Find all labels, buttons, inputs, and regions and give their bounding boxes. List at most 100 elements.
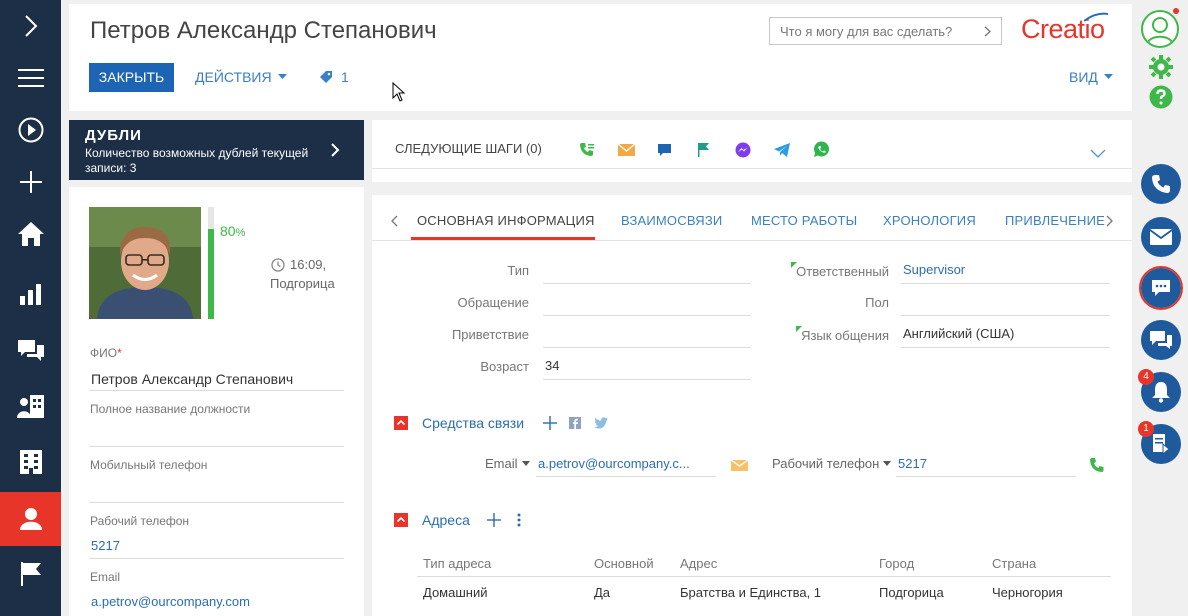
call-icon[interactable] bbox=[579, 142, 595, 158]
column-header-address-type[interactable]: Тип адреса bbox=[423, 556, 491, 571]
phone-type-label: Рабочий телефон bbox=[772, 456, 880, 471]
field-value-email[interactable]: a.petrov@ourcompany.com bbox=[91, 594, 250, 609]
phone-button[interactable] bbox=[1141, 164, 1181, 204]
field-label-greeting: Приветствие bbox=[451, 327, 529, 342]
actions-button[interactable]: ДЕЙСТВИЯ bbox=[195, 69, 287, 85]
field-value-salutation[interactable] bbox=[545, 295, 750, 313]
flag-icon[interactable] bbox=[0, 548, 61, 600]
tab-history[interactable]: ХРОНОЛОГИЯ bbox=[883, 213, 976, 228]
tabs-scroll-right-icon[interactable] bbox=[1106, 215, 1113, 227]
main-content-panel bbox=[372, 195, 1132, 616]
field-value-gender[interactable] bbox=[903, 295, 1108, 313]
messenger-icon[interactable] bbox=[735, 142, 751, 158]
plus-icon[interactable] bbox=[0, 156, 61, 208]
table-row[interactable]: Домашний Да Братства и Единства, 1 Подго… bbox=[417, 577, 1111, 607]
contacts-accounts-icon[interactable] bbox=[0, 380, 61, 432]
email-type-dropdown[interactable]: Email bbox=[485, 456, 530, 471]
field-value-type[interactable] bbox=[545, 263, 750, 281]
tags-button[interactable]: 1 bbox=[319, 69, 349, 85]
addresses-title[interactable]: Адреса bbox=[422, 512, 470, 528]
field-value-job-title[interactable] bbox=[91, 426, 344, 444]
more-options-icon[interactable] bbox=[517, 513, 521, 527]
add-icon[interactable] bbox=[487, 513, 501, 527]
tab-job[interactable]: МЕСТО РАБОТЫ bbox=[751, 213, 857, 228]
completeness-unit: % bbox=[235, 227, 246, 239]
play-icon[interactable] bbox=[0, 104, 61, 156]
field-label-job-title: Полное название должности bbox=[90, 402, 251, 416]
field-value-work-phone[interactable]: 5217 bbox=[91, 538, 120, 553]
send-email-icon[interactable] bbox=[731, 460, 748, 471]
call-phone-icon[interactable] bbox=[1089, 457, 1105, 473]
avatar bbox=[89, 207, 201, 319]
processes-badge: 1 bbox=[1138, 421, 1154, 437]
facebook-icon[interactable] bbox=[569, 417, 581, 429]
collapse-addresses-button[interactable] bbox=[394, 513, 408, 527]
field-underline bbox=[543, 283, 751, 284]
telegram-icon[interactable] bbox=[774, 143, 790, 157]
field-value-mobile-phone[interactable] bbox=[91, 482, 344, 500]
accounts-icon[interactable] bbox=[0, 436, 61, 488]
process-document-icon bbox=[1153, 434, 1170, 455]
completeness-value[interactable]: 80% bbox=[220, 223, 245, 239]
chevron-down-icon[interactable] bbox=[1090, 149, 1106, 158]
gear-icon[interactable] bbox=[1149, 55, 1173, 79]
task-flag-icon[interactable] bbox=[697, 142, 710, 158]
cell-city: Подгорица bbox=[879, 585, 944, 600]
chat-button[interactable] bbox=[1141, 268, 1181, 308]
duplicates-title: ДУБЛИ bbox=[85, 127, 142, 144]
contact-photo[interactable] bbox=[89, 207, 201, 319]
field-underline bbox=[89, 558, 344, 559]
home-icon[interactable] bbox=[0, 208, 61, 260]
phone-icon bbox=[1152, 175, 1170, 193]
dashboards-icon[interactable] bbox=[0, 268, 61, 320]
phone-type-dropdown[interactable]: Рабочий телефон bbox=[772, 456, 892, 471]
field-underline bbox=[901, 347, 1110, 348]
tab-main-info[interactable]: ОСНОВНАЯ ИНФОРМАЦИЯ bbox=[417, 213, 595, 228]
field-value-greeting[interactable] bbox=[545, 327, 750, 345]
collapse-communications-button[interactable] bbox=[394, 416, 408, 430]
feed-button[interactable] bbox=[1141, 320, 1181, 360]
column-header-primary[interactable]: Основной bbox=[594, 556, 654, 571]
help-icon[interactable] bbox=[1149, 85, 1173, 109]
field-underline bbox=[536, 476, 716, 477]
tabs-scroll-left-icon[interactable] bbox=[391, 215, 398, 227]
field-underline bbox=[901, 315, 1110, 316]
email-button[interactable] bbox=[1141, 217, 1181, 257]
required-marker: * bbox=[117, 346, 122, 360]
expand-menu-icon[interactable] bbox=[0, 0, 61, 52]
twitter-icon[interactable] bbox=[594, 417, 608, 429]
feed-icon[interactable] bbox=[0, 324, 61, 376]
field-underline bbox=[543, 347, 751, 348]
hamburger-icon[interactable] bbox=[0, 52, 61, 104]
column-header-city[interactable]: Город bbox=[879, 556, 914, 571]
communications-title[interactable]: Средства связи bbox=[422, 415, 524, 431]
add-icon[interactable] bbox=[543, 416, 557, 430]
phone-value[interactable]: 5217 bbox=[898, 456, 927, 471]
chat-icon[interactable] bbox=[657, 143, 672, 158]
field-value-owner[interactable]: Supervisor bbox=[903, 262, 965, 277]
cell-address-type: Домашний bbox=[423, 585, 488, 600]
right-communication-panel: 4 1 bbox=[1133, 0, 1188, 616]
field-value-fio[interactable]: Петров Александр Степанович bbox=[91, 371, 293, 387]
left-navigation bbox=[0, 0, 61, 616]
tab-relationships[interactable]: ВЗАИМОСВЯЗИ bbox=[621, 213, 722, 228]
close-button[interactable]: ЗАКРЫТЬ bbox=[89, 63, 174, 92]
field-value-age[interactable]: 34 bbox=[545, 358, 559, 373]
column-header-country[interactable]: Страна bbox=[992, 556, 1036, 571]
field-value-language[interactable]: Английский (США) bbox=[903, 326, 1014, 341]
chevron-right-icon bbox=[984, 26, 991, 37]
email-icon[interactable] bbox=[618, 144, 635, 156]
view-button[interactable]: ВИД bbox=[1069, 69, 1113, 85]
command-line-input[interactable]: Что я могу для вас сделать? bbox=[769, 17, 1002, 45]
contacts-icon[interactable] bbox=[0, 492, 61, 546]
column-header-address[interactable]: Адрес bbox=[680, 556, 717, 571]
whatsapp-icon[interactable] bbox=[813, 141, 830, 158]
duplicates-subtitle: Количество возможных дублей текущей запи… bbox=[85, 146, 309, 175]
local-city: Подгорица bbox=[270, 276, 335, 291]
tab-engagement[interactable]: ПРИВЛЕЧЕНИЕ bbox=[1005, 213, 1105, 228]
email-value[interactable]: a.petrov@ourcompany.c... bbox=[538, 456, 690, 471]
user-profile-avatar[interactable] bbox=[1141, 10, 1179, 48]
next-steps-label: СЛЕДУЮЩИЕ ШАГИ (0) bbox=[395, 141, 542, 156]
field-underline bbox=[89, 390, 344, 391]
duplicates-banner[interactable]: ДУБЛИ Количество возможных дублей текуще… bbox=[69, 120, 364, 180]
